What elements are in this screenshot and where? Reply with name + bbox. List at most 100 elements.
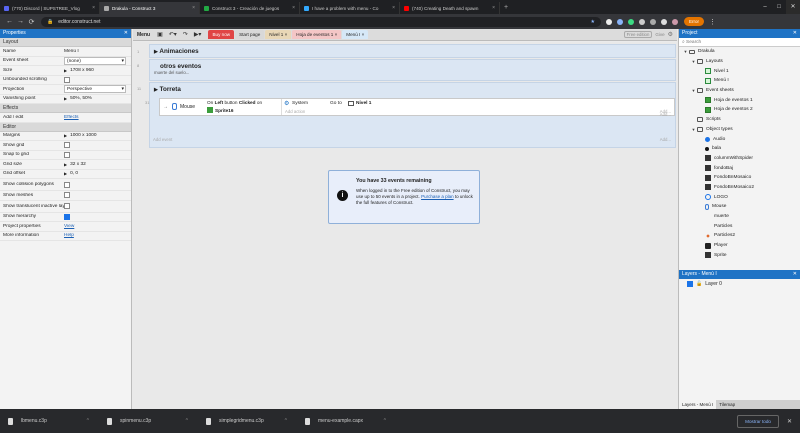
property-checkbox[interactable] (64, 142, 70, 149)
close-icon[interactable]: × (283, 32, 288, 37)
settings-icon[interactable]: ⚙ (668, 31, 673, 38)
new-tab-icon[interactable]: + (500, 2, 512, 14)
tree-item[interactable]: Hoja de eventos 1 (679, 95, 800, 105)
property-link[interactable]: Effects (64, 115, 79, 120)
purchase-plan-link[interactable]: Purchase a plan (421, 194, 454, 199)
expand-triangle-icon[interactable]: ▶ (64, 133, 67, 138)
layer-row[interactable]: 🔓 Layer 0 (679, 279, 800, 289)
property-checkbox[interactable] (64, 181, 70, 188)
property-select[interactable]: Perspective (64, 85, 126, 94)
close-icon[interactable]: × (492, 5, 495, 11)
tree-item[interactable]: Hoja de eventos 2 (679, 105, 800, 115)
add-action-link[interactable]: Add action (285, 109, 305, 114)
group-otros-eventos[interactable]: otros eventos muerte del suelo... (149, 59, 676, 81)
browser-tab[interactable]: Construct 3 - Creación de juegos × (200, 2, 300, 14)
buy-now-button[interactable]: Buy now (208, 30, 235, 39)
extension-icon[interactable] (650, 18, 656, 25)
property-link[interactable]: Help (64, 233, 74, 238)
close-icon[interactable]: × (92, 5, 95, 11)
tree-item[interactable]: FondoBnMosaico (679, 173, 800, 183)
tree-item[interactable]: Mouse (679, 202, 800, 212)
browser-tab[interactable]: I have a problem with menu - Co × (300, 2, 400, 14)
extension-icon[interactable] (628, 18, 634, 25)
section-header[interactable]: Effects (0, 104, 131, 113)
document-tab[interactable]: Menú I × (342, 30, 369, 39)
tree-item[interactable]: LOGO (679, 192, 800, 202)
chevron-up-icon[interactable]: ^ (285, 418, 287, 424)
document-tab[interactable]: Hoja de eventos 1 × (292, 30, 342, 39)
collapse-triangle-icon[interactable]: ▼ (682, 49, 689, 54)
add-more-link[interactable]: Add... (660, 137, 671, 142)
browser-tab[interactable]: Drakula - Construct 3 × (100, 2, 200, 14)
expand-triangle-icon[interactable]: ▶ (64, 171, 67, 176)
address-bar[interactable]: 🔒 editor.construct.net ★ (41, 16, 601, 27)
expand-triangle-icon[interactable]: ▶ (64, 68, 67, 73)
tree-item[interactable]: Particles2 (679, 231, 800, 241)
collapse-triangle-icon[interactable]: ▼ (690, 88, 697, 93)
property-checkbox[interactable] (64, 192, 70, 199)
tree-item[interactable]: muerte (679, 212, 800, 222)
add-more-link[interactable]: Add... (660, 112, 671, 117)
tab-layers[interactable]: Layers - Menú I (679, 400, 717, 409)
tree-item[interactable]: ▼ Event sheets (679, 86, 800, 96)
close-icon[interactable]: × (392, 5, 395, 11)
give-link[interactable]: Give (655, 32, 664, 37)
bookmark-star-icon[interactable]: ★ (591, 19, 595, 25)
property-value[interactable]: Menú I (64, 49, 79, 54)
collapse-triangle-icon[interactable]: ▼ (690, 127, 697, 132)
tree-item[interactable]: ▼ Layouts (679, 57, 800, 67)
expand-triangle-icon[interactable]: ▶ (64, 96, 67, 101)
document-tab[interactable]: Start page (235, 30, 265, 39)
tree-item[interactable]: bala (679, 144, 800, 154)
close-icon[interactable]: × (192, 5, 195, 11)
tree-item[interactable]: fondoBaj (679, 163, 800, 173)
close-icon[interactable]: ✕ (786, 0, 800, 14)
extension-icon[interactable] (661, 18, 667, 25)
tree-item[interactable]: Nivel 1 (679, 66, 800, 76)
chevron-up-icon[interactable]: ^ (87, 418, 89, 424)
property-value[interactable]: 1000 x 1000 (70, 133, 96, 138)
profile-avatar[interactable] (672, 18, 678, 25)
condition-block[interactable]: → Mouse On Left button Clicked on Sprite… (160, 99, 282, 115)
free-edition-badge[interactable]: Free edition (623, 31, 653, 38)
section-header[interactable]: Editor (0, 122, 131, 132)
more-menu-icon[interactable]: ⋮ (707, 18, 718, 26)
maximize-icon[interactable]: □ (772, 0, 786, 14)
lock-icon[interactable]: 🔓 (696, 281, 702, 287)
extension-icon[interactable] (617, 18, 623, 25)
tree-item[interactable]: FondoBnMosaico2 (679, 183, 800, 193)
collapse-triangle-icon[interactable]: ▼ (690, 59, 697, 64)
property-value[interactable]: 50%, 50% (70, 96, 92, 101)
close-icon[interactable]: ✕ (793, 29, 797, 38)
undo-icon[interactable]: ↶▾ (166, 31, 180, 38)
property-checkbox[interactable] (64, 213, 70, 220)
chevron-up-icon[interactable]: ^ (186, 418, 188, 424)
property-checkbox[interactable] (64, 203, 70, 209)
close-icon[interactable]: × (292, 5, 295, 11)
tree-item[interactable]: ▼ Object types (679, 125, 800, 135)
download-item[interactable]: menu-example.capx ^ (297, 417, 396, 425)
tree-item[interactable]: Scripts (679, 115, 800, 125)
property-checkbox[interactable] (64, 151, 70, 158)
download-item[interactable]: simplegridmenu.c3p ^ (198, 417, 297, 425)
group-animaciones[interactable]: ▶ Animaciones (149, 44, 676, 58)
reload-icon[interactable]: ⟳ (26, 18, 37, 26)
tree-item[interactable]: ▼ Drakula (679, 47, 800, 57)
property-select[interactable]: (none) (64, 56, 126, 65)
play-icon[interactable]: ▶▾ (191, 31, 205, 38)
download-item[interactable]: lbmenu.c3p ^ (0, 417, 99, 425)
menu-button[interactable]: Menu (133, 32, 154, 38)
extension-icon[interactable] (606, 18, 612, 25)
download-item[interactable]: spinmenu.c3p ^ (99, 417, 198, 425)
expand-triangle-icon[interactable]: ▶ (154, 87, 158, 93)
error-button[interactable]: Error (684, 17, 704, 26)
event-row[interactable]: → Mouse On Left button Clicked on Sprite… (159, 98, 675, 116)
tree-item[interactable]: Audio (679, 134, 800, 144)
tree-item[interactable]: Menú I (679, 76, 800, 86)
tree-item[interactable]: Sprite (679, 250, 800, 260)
chevron-up-icon[interactable]: ^ (384, 418, 386, 424)
tree-item[interactable]: Player (679, 241, 800, 251)
add-event-link[interactable]: Add event (153, 137, 172, 142)
expand-triangle-icon[interactable]: ▶ (64, 162, 67, 167)
close-icon[interactable]: ✕ (793, 270, 797, 279)
